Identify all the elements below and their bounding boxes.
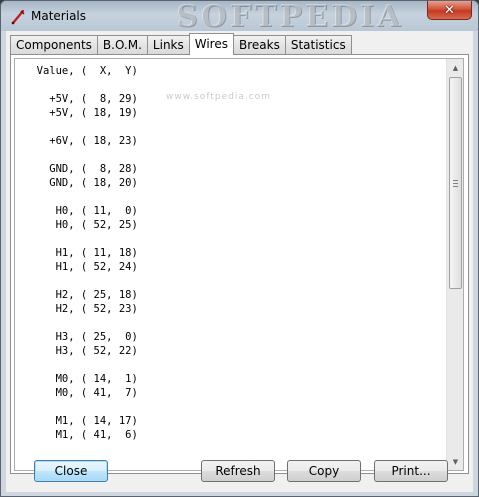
wire-line: H3, ( 52, 22): [24, 345, 138, 357]
grip-icon: [453, 180, 458, 187]
tab-strip: Components B.O.M. Links Wires Breaks Statisti…: [10, 33, 352, 55]
copy-button[interactable]: Copy: [287, 460, 361, 482]
wire-line: [24, 274, 138, 288]
wire-line: H1, ( 52, 24): [24, 261, 138, 273]
wire-line: [24, 190, 138, 204]
listing-watermark: www.softpedia.com: [166, 92, 271, 102]
title-bar[interactable]: SOFTPEDIA Materials ✕: [1, 1, 478, 31]
wire-line: [24, 120, 138, 134]
wire-line: M0, ( 41, 7): [24, 387, 138, 399]
wire-line: GND, ( 18, 20): [24, 177, 138, 189]
button-bar: Close Refresh Copy Print...: [6, 451, 473, 492]
wire-line: [24, 400, 138, 414]
wire-line: [24, 232, 138, 246]
wire-line: +5V, ( 18, 19): [24, 107, 138, 119]
close-icon: ✕: [444, 2, 455, 18]
wire-lines: Value, ( X, Y) +5V, ( 8, 29) +5V, ( 18, …: [24, 64, 138, 442]
tab-breaks[interactable]: Breaks: [233, 35, 286, 55]
wire-line: M1, ( 41, 6): [24, 429, 138, 441]
wire-line: H2, ( 25, 18): [24, 289, 138, 301]
close-button[interactable]: Close: [34, 460, 108, 482]
tab-statistics[interactable]: Statistics: [284, 35, 352, 55]
wire-line: +5V, ( 8, 29): [24, 93, 138, 105]
scroll-up-button[interactable]: ▲: [447, 59, 463, 76]
vertical-scrollbar[interactable]: ▲ ▼: [446, 59, 463, 470]
tab-components[interactable]: Components: [10, 35, 98, 55]
wire-line: [24, 358, 138, 372]
dialog-client-area: Components B.O.M. Links Wires Breaks Statisti…: [6, 31, 473, 492]
wire-line: M0, ( 14, 1): [24, 373, 138, 385]
wire-line: H0, ( 52, 25): [24, 219, 138, 231]
scroll-up-icon: ▲: [452, 63, 459, 72]
wire-line: H2, ( 52, 23): [24, 303, 138, 315]
window-close-button[interactable]: ✕: [427, 1, 472, 20]
scroll-thumb[interactable]: [449, 77, 462, 289]
tab-wires[interactable]: Wires: [188, 33, 234, 55]
wire-line: +6V, ( 18, 23): [24, 135, 138, 147]
wire-line: M1, ( 14, 17): [24, 415, 138, 427]
print-button[interactable]: Print...: [374, 460, 448, 482]
window-title: Materials: [31, 9, 87, 23]
wires-listing[interactable]: www.softpedia.com Value, ( X, Y) +5V, ( …: [14, 58, 464, 471]
tab-b-o-m[interactable]: B.O.M.: [96, 35, 148, 55]
refresh-button[interactable]: Refresh: [201, 460, 275, 482]
wire-line: H0, ( 11, 0): [24, 205, 138, 217]
tab-panel-wires: www.softpedia.com Value, ( X, Y) +5V, ( …: [10, 54, 469, 474]
wire-line: GND, ( 8, 28): [24, 163, 138, 175]
title-watermark: SOFTPEDIA: [176, 1, 404, 31]
wire-line: [24, 316, 138, 330]
red-probe-icon: [11, 9, 25, 25]
wire-line: H1, ( 11, 18): [24, 247, 138, 259]
tab-links[interactable]: Links: [146, 35, 190, 55]
wire-line: [24, 148, 138, 162]
materials-window: SOFTPEDIA Materials ✕ Components B.O.M. Li…: [0, 0, 479, 497]
wire-line: Value, ( X, Y): [24, 65, 138, 77]
wire-line: H3, ( 25, 0): [24, 331, 138, 343]
wire-line: [24, 78, 138, 92]
